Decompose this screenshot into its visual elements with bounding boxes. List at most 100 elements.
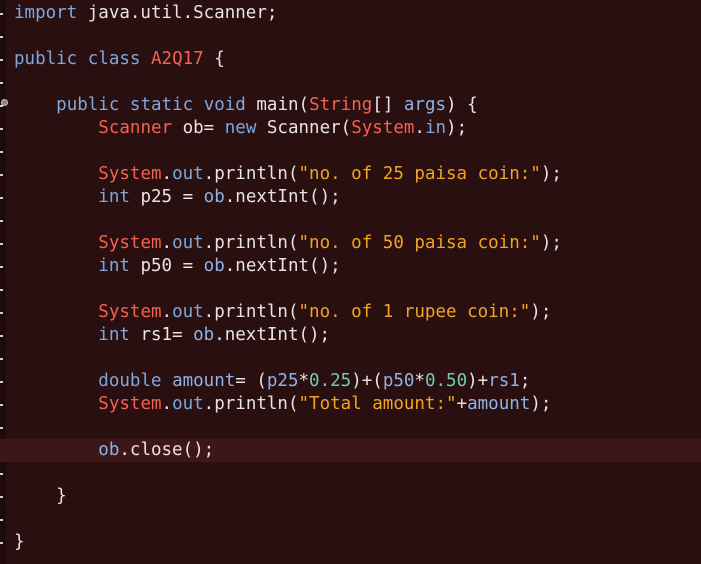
code-token: .nextInt();: [214, 325, 331, 345]
code-token: int: [98, 325, 130, 345]
code-line[interactable]: int p25 = ob.nextInt();: [14, 186, 701, 209]
code-line[interactable]: [14, 209, 701, 232]
gutter-tick: [0, 197, 3, 199]
gutter-tick: [0, 381, 3, 383]
code-token: out: [172, 394, 204, 414]
code-token: int: [98, 187, 130, 207]
code-line[interactable]: }: [14, 531, 701, 554]
code-token: .: [161, 394, 173, 414]
code-line[interactable]: int p50 = ob.nextInt();: [14, 255, 701, 278]
code-editor[interactable]: import java.util.Scanner; public class A…: [0, 0, 701, 564]
code-token: }: [14, 532, 25, 552]
code-line[interactable]: import java.util.Scanner;: [14, 2, 701, 25]
line-gutter[interactable]: [0, 0, 6, 564]
code-token: .println(: [203, 164, 299, 184]
gutter-tick: [0, 335, 3, 337]
code-token: );: [540, 233, 562, 253]
code-line[interactable]: [14, 140, 701, 163]
code-line[interactable]: [14, 347, 701, 370]
code-token: rs1=: [129, 325, 194, 345]
code-line[interactable]: }: [14, 485, 701, 508]
code-line[interactable]: Scanner ob= new Scanner(System.in);: [14, 117, 701, 140]
code-token: public: [14, 49, 78, 69]
code-line[interactable]: System.out.println("no. of 25 paisa coin…: [14, 163, 701, 186]
code-token: String: [309, 95, 373, 115]
code-line[interactable]: System.out.println("no. of 50 paisa coin…: [14, 232, 701, 255]
code-token: .nextInt();: [224, 256, 341, 276]
gutter-tick: [0, 266, 3, 268]
code-token: .println(: [203, 233, 299, 253]
code-token: .: [414, 118, 425, 138]
code-token: .: [161, 233, 173, 253]
code-token: amount: [172, 371, 236, 391]
code-token: System: [98, 164, 162, 184]
gutter-tick: [0, 404, 3, 406]
code-line[interactable]: public static void main(String[] args) {: [14, 94, 701, 117]
code-token: = (: [235, 371, 267, 391]
code-token: java.util.Scanner;: [77, 3, 278, 23]
code-token: *: [298, 371, 310, 391]
code-line[interactable]: [14, 25, 701, 48]
code-line[interactable]: System.out.println("Total amount:"+amoun…: [14, 393, 701, 416]
code-token: Scanner: [98, 118, 173, 138]
code-token: []: [372, 95, 404, 115]
code-token: "Total amount:": [298, 394, 457, 414]
gutter-tick: [0, 36, 3, 38]
code-line[interactable]: [14, 416, 701, 439]
gutter-tick: [0, 519, 3, 521]
code-token: );: [446, 118, 468, 138]
code-token: );: [530, 394, 552, 414]
code-token: public: [56, 95, 120, 115]
fold-collapse-icon[interactable]: [1, 99, 8, 106]
gutter-tick: [0, 289, 3, 291]
current-code-line[interactable]: ob.close();: [0, 439, 701, 462]
code-token: import: [14, 3, 78, 23]
code-token: );: [530, 302, 552, 322]
code-token: .nextInt();: [224, 187, 341, 207]
code-token: ob=: [172, 118, 225, 138]
gutter-tick: [0, 427, 3, 429]
code-token: }: [14, 486, 67, 506]
code-line[interactable]: [14, 508, 701, 531]
code-token: .println(: [203, 302, 299, 322]
code-line[interactable]: public class A2Q17 {: [14, 48, 701, 71]
gutter-tick: [0, 312, 3, 314]
code-line[interactable]: [14, 462, 701, 485]
code-token: p50 =: [129, 256, 204, 276]
code-line[interactable]: [14, 278, 701, 301]
gutter-tick: [0, 82, 3, 84]
code-token: System: [98, 302, 162, 322]
code-token: 0.25: [309, 371, 352, 391]
code-line[interactable]: System.out.println("no. of 1 rupee coin:…: [14, 301, 701, 324]
code-token: {: [203, 49, 225, 69]
code-token: args: [403, 95, 447, 115]
code-token: .close();: [119, 440, 215, 460]
code-token: "no. of 25 paisa coin:": [298, 164, 541, 184]
gutter-tick: [0, 128, 3, 130]
code-token: static: [129, 95, 194, 115]
code-token: ob: [193, 325, 215, 345]
code-area[interactable]: import java.util.Scanner; public class A…: [0, 2, 701, 554]
code-token: main(: [245, 95, 310, 115]
code-line[interactable]: [14, 71, 701, 94]
code-token: out: [172, 302, 204, 322]
code-token: System: [98, 394, 162, 414]
code-token: );: [540, 164, 562, 184]
gutter-tick: [0, 151, 3, 153]
code-line[interactable]: double amount= (p25*0.25)+(p50*0.50)+rs1…: [14, 370, 701, 393]
code-token: p25: [266, 371, 299, 391]
code-line[interactable]: int rs1= ob.nextInt();: [14, 324, 701, 347]
code-token: *: [414, 371, 425, 391]
gutter-tick: [0, 358, 3, 360]
